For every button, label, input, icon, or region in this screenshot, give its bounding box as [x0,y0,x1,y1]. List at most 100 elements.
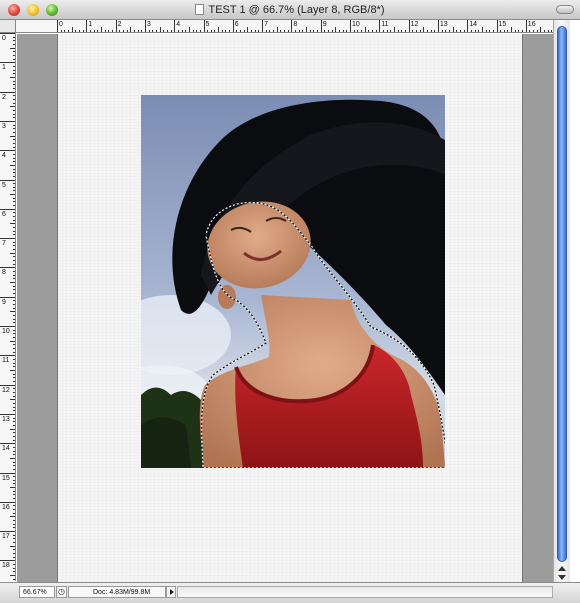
ruler-minor-tick [13,402,15,404]
ruler-minor-tick [434,30,436,32]
ruler-minor-tick [93,30,95,32]
ruler-minor-tick [13,278,15,280]
ruler-minor-tick [481,27,483,32]
ruler-minor-tick [393,27,395,32]
ruler-label: 1 [88,21,93,28]
ruler-minor-tick [13,102,15,104]
ruler-label: 15 [498,21,507,28]
ruler-minor-tick [485,30,487,32]
photo-layer[interactable] [141,95,445,468]
scroll-up-arrow-icon[interactable] [558,566,566,571]
ruler-tick [379,20,381,32]
ruler-tick [0,120,15,122]
ruler-minor-tick [13,241,15,243]
ruler-minor-tick [13,124,15,126]
ruler-label: 2 [2,93,6,101]
vertical-scrollbar[interactable] [553,20,570,582]
ruler-minor-tick [214,30,216,32]
ruler-minor-tick [478,30,480,32]
ruler-minor-tick [13,549,15,551]
ruler-minor-tick [518,30,520,32]
ruler-minor-tick [13,293,15,295]
document-info-menu-arrow-icon[interactable] [166,586,176,598]
ruler-minor-tick [459,30,461,32]
ruler-label: 3 [2,122,6,130]
ruler-minor-tick [13,201,15,203]
ruler-minor-tick [313,30,315,32]
ruler-minor-tick [13,183,15,185]
ruler-minor-tick [13,230,15,232]
ruler-label: 3 [146,21,151,28]
ruler-minor-tick [423,27,425,32]
ruler-minor-tick [13,300,15,302]
ruler-minor-tick [13,454,15,456]
ruler-minor-tick [317,30,319,32]
ruler-minor-tick [13,128,15,130]
document-canvas[interactable] [57,34,523,582]
ruler-minor-tick [13,54,15,56]
ruler-minor-tick [181,30,183,32]
ruler-minor-tick [328,30,330,32]
ruler-tick [0,150,15,152]
ruler-minor-tick [10,369,15,371]
ruler-minor-tick [13,285,15,287]
ruler-minor-tick [452,27,454,32]
ruler-minor-tick [13,157,15,159]
horizontal-ruler[interactable]: 01234567891011121314151617 [16,20,564,33]
ruler-tick [0,179,15,181]
ruler-minor-tick [13,80,15,82]
ruler-minor-tick [306,27,308,32]
ruler-minor-tick [13,245,15,247]
vertical-scroll-thumb[interactable] [557,26,567,562]
ruler-minor-tick [104,30,106,32]
ruler-label: 2 [117,21,122,28]
ruler-minor-tick [13,256,15,258]
ruler-tick [174,20,176,32]
ruler-minor-tick [364,27,366,32]
toolbar-toggle-button[interactable] [556,5,574,14]
ruler-minor-tick [130,27,132,32]
ruler-minor-tick [13,410,15,412]
ruler-minor-tick [547,30,549,32]
navigator-button[interactable]: ◷ [56,586,67,598]
scroll-down-arrow-icon[interactable] [558,575,566,580]
ruler-tick [0,384,15,386]
ruler-minor-tick [346,30,348,32]
ruler-minor-tick [13,329,15,331]
photo-image [141,95,445,468]
ruler-minor-tick [67,30,69,32]
ruler-tick [408,20,410,32]
ruler-minor-tick [13,139,15,141]
canvas-workspace[interactable] [17,34,553,582]
ruler-label: 7 [2,240,6,248]
ruler-tick [0,443,15,445]
ruler-minor-tick [13,109,15,111]
ruler-minor-tick [302,30,304,32]
ruler-minor-tick [13,377,15,379]
ruler-label: 13 [2,415,10,423]
ruler-minor-tick [492,30,494,32]
ruler-minor-tick [470,30,472,32]
ruler-minor-tick [64,30,66,32]
ruler-minor-tick [188,27,190,32]
ruler-minor-tick [196,30,198,32]
ruler-minor-tick [371,30,373,32]
vertical-ruler[interactable]: 0 1 2 3 4 5 6 7 8 9 10 11 12 13 14 15 16 17 18 [0,33,16,581]
ruler-minor-tick [13,417,15,419]
ruler-minor-tick [13,366,15,368]
ruler-minor-tick [13,315,15,316]
ruler-label: 5 [2,181,6,189]
ruler-minor-tick [13,421,15,423]
ruler-minor-tick [13,490,15,492]
ruler-minor-tick [265,30,267,32]
ruler-minor-tick [229,30,231,32]
ruler-minor-tick [382,30,384,32]
horizontal-scrollbar[interactable] [177,586,553,598]
ruler-minor-tick [397,30,399,32]
ruler-minor-tick [122,30,124,32]
ruler-origin[interactable] [0,20,16,33]
zoom-level-field[interactable]: 66.67% [19,586,55,598]
ruler-minor-tick [13,65,15,67]
ruler-minor-tick [170,30,172,32]
ruler-minor-tick [251,30,253,32]
